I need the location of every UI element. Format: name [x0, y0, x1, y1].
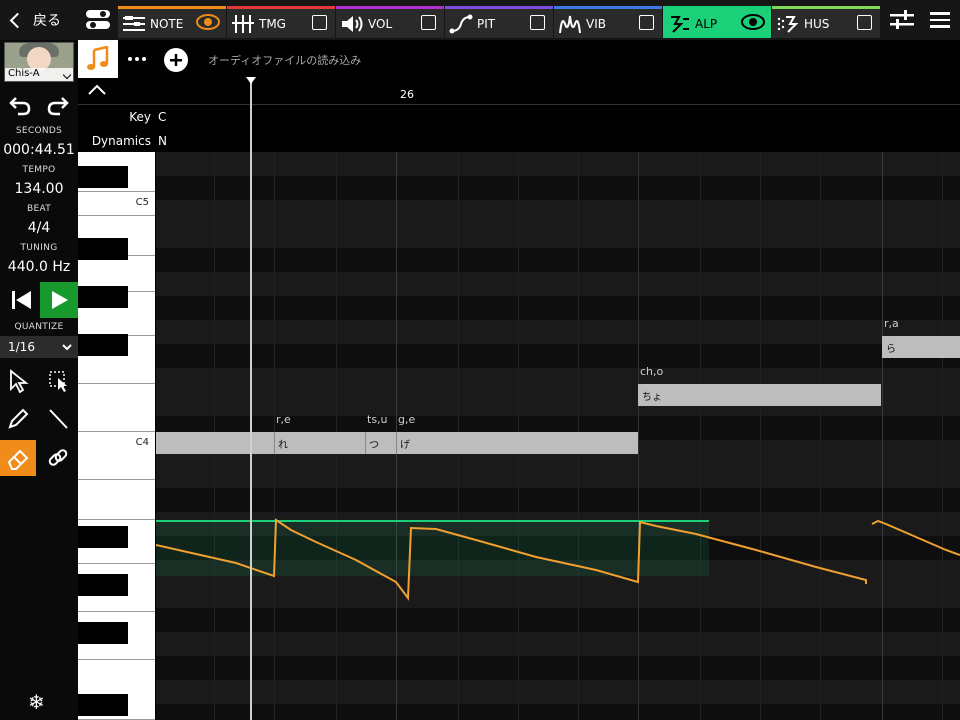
chevron-down-icon — [62, 344, 72, 351]
note-lines-icon — [123, 16, 145, 31]
dynamics-label: Dynamics — [91, 134, 151, 148]
beat-value[interactable]: 4/4 — [0, 220, 78, 236]
key-label-c5: C5 — [135, 197, 149, 208]
measure-number: 26 — [400, 88, 414, 101]
add-track-button[interactable] — [164, 48, 188, 72]
eye-icon[interactable] — [196, 14, 220, 30]
piano-roll-grid[interactable]: れ つ げ r,e ts,u g,e ちょ ch,o ら r,a — [156, 152, 960, 720]
chevron-left-icon — [9, 12, 26, 28]
tempo-value[interactable]: 134.00 — [0, 181, 78, 197]
key-label-c4: C4 — [135, 437, 149, 448]
tab-alp-label: ALP — [695, 17, 718, 31]
tab-vib[interactable]: VIB — [554, 6, 662, 38]
quantize-value: 1/16 — [8, 340, 35, 354]
skip-start-icon — [12, 291, 31, 309]
playhead-marker-icon[interactable] — [246, 77, 256, 84]
key-row[interactable]: Key C — [78, 104, 960, 130]
tab-pit-label: PIT — [477, 17, 496, 31]
line-tool[interactable] — [40, 400, 76, 436]
tuning-label: TUNING — [20, 243, 58, 253]
dynamics-row[interactable]: Dynamics N — [78, 129, 960, 153]
piano-black-key[interactable] — [78, 334, 128, 356]
dynamics-value: N — [158, 134, 167, 148]
piano-black-key[interactable] — [78, 286, 128, 308]
piano-white-key[interactable] — [78, 384, 155, 432]
plus-icon — [170, 54, 182, 66]
alpha-wave-icon — [671, 16, 689, 33]
tempo-label: TEMPO — [22, 165, 56, 175]
more-options-icon[interactable] — [126, 50, 148, 68]
husky-icon — [777, 16, 799, 33]
quantize-label: QUANTIZE — [14, 322, 64, 332]
piano-black-key[interactable] — [78, 166, 128, 188]
pencil-icon — [8, 408, 29, 429]
tab-tmg[interactable]: TMG — [227, 6, 335, 38]
eye-icon[interactable] — [741, 14, 765, 30]
piano-white-key[interactable]: C4 — [78, 432, 155, 480]
tab-vol-checkbox[interactable] — [421, 15, 436, 30]
play-button[interactable] — [40, 282, 78, 318]
link-tool[interactable] — [40, 440, 76, 476]
piano-black-key[interactable] — [78, 526, 128, 548]
piano-black-key[interactable] — [78, 238, 128, 260]
key-label: Key — [129, 110, 151, 124]
eraser-icon — [7, 449, 29, 470]
snowflake-icon[interactable]: ❄ — [28, 690, 45, 714]
singer-selector[interactable]: Chis-A — [4, 42, 74, 82]
playhead[interactable] — [250, 78, 252, 720]
hamburger-menu-icon[interactable] — [930, 12, 950, 28]
load-audio-file-link[interactable]: オーディオファイルの読み込み — [208, 52, 361, 68]
piano-black-key[interactable] — [78, 622, 128, 644]
back-button[interactable]: 戻る — [6, 8, 61, 32]
piano-keyboard[interactable]: C5 C4 — [78, 152, 156, 720]
piano-white-key[interactable]: C5 — [78, 192, 155, 216]
redo-icon[interactable] — [46, 94, 70, 116]
speaker-icon — [342, 16, 363, 32]
music-note-icon — [87, 46, 109, 70]
eraser-tool[interactable] — [0, 440, 36, 476]
tab-hus[interactable]: HUS — [772, 6, 880, 38]
tab-tmg-label: TMG — [259, 17, 286, 31]
tab-hus-checkbox[interactable] — [857, 15, 872, 30]
tab-pit-checkbox[interactable] — [530, 15, 545, 30]
track-toggle-icon[interactable] — [86, 10, 110, 30]
collapse-chevron-up-icon[interactable] — [86, 82, 108, 98]
timing-icon — [232, 15, 254, 33]
quantize-select[interactable]: 1/16 — [0, 336, 78, 358]
piano-white-key[interactable] — [78, 480, 155, 520]
tab-vib-label: VIB — [586, 17, 606, 31]
tab-hus-label: HUS — [804, 17, 830, 31]
tuning-value[interactable]: 440.0 Hz — [0, 259, 78, 275]
tab-note[interactable]: NOTE — [118, 6, 226, 38]
tab-vib-checkbox[interactable] — [639, 15, 654, 30]
tab-pit[interactable]: PIT — [445, 6, 553, 38]
tab-tmg-checkbox[interactable] — [312, 15, 327, 30]
tab-note-label: NOTE — [150, 17, 184, 31]
range-select-tool[interactable] — [40, 362, 76, 398]
line-icon — [49, 409, 68, 429]
piano-black-key[interactable] — [78, 574, 128, 596]
rewind-to-start-button[interactable] — [4, 282, 38, 318]
piano-black-key[interactable] — [78, 694, 128, 716]
select-arrow-tool[interactable] — [0, 362, 36, 398]
range-select-icon — [49, 371, 67, 392]
tab-alp[interactable]: ALP — [663, 6, 771, 38]
vibrato-icon — [559, 15, 581, 34]
play-icon — [52, 291, 68, 309]
sliders-icon[interactable] — [890, 10, 914, 30]
pitch-curve-icon — [449, 14, 473, 34]
tab-vol[interactable]: VOL — [336, 6, 444, 38]
seconds-value: 000:44.51 — [3, 142, 75, 158]
note-mode-button[interactable] — [78, 40, 118, 78]
beat-label: BEAT — [26, 204, 52, 214]
arrow-cursor-icon — [10, 369, 29, 394]
link-icon — [48, 449, 68, 466]
back-label: 戻る — [33, 13, 61, 29]
pencil-tool[interactable] — [0, 400, 36, 436]
tab-vol-label: VOL — [368, 17, 393, 31]
alpha-parameter-curve[interactable] — [156, 152, 960, 720]
seconds-label: SECONDS — [15, 126, 63, 136]
undo-icon[interactable] — [8, 94, 32, 116]
key-value: C — [158, 110, 167, 124]
